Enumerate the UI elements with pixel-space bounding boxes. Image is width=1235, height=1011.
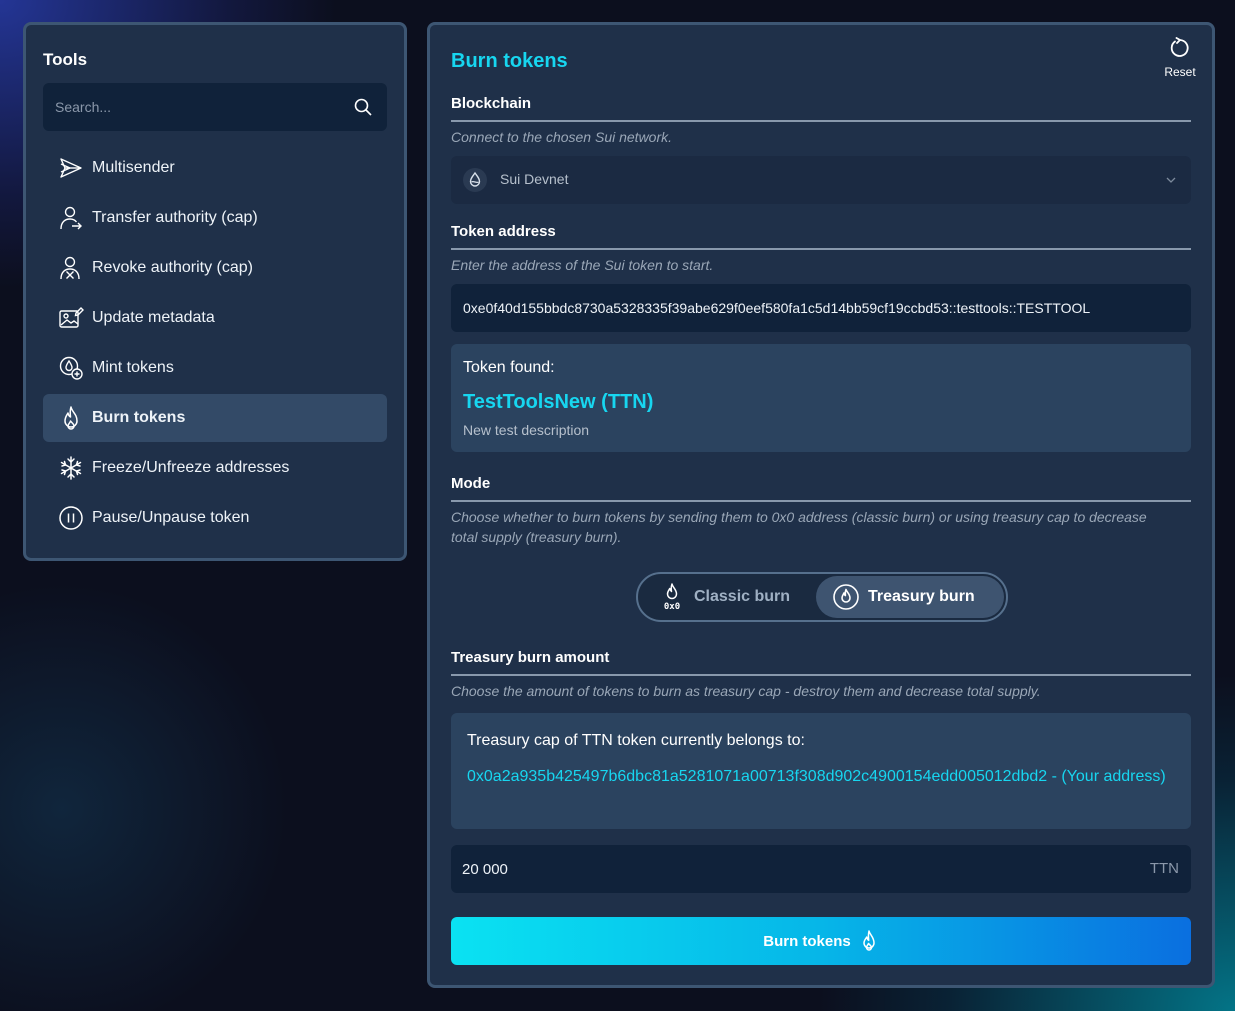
snowflake-icon [58,455,84,481]
token-address-hint: Enter the address of the Sui token to st… [451,257,714,273]
mode-hint: Choose whether to burn tokens by sending… [451,509,1147,545]
classic-burn-icon: 0x0 [658,583,686,611]
token-found-card: Token found: TestToolsNew (TTN) New test… [451,344,1191,452]
treasury-cap-label: Treasury cap of TTN token currently belo… [467,732,805,749]
update-metadata-icon [58,305,84,331]
reset-icon [1170,37,1189,57]
amount-input[interactable] [451,845,1131,893]
mint-tokens-icon [58,355,84,381]
burn-tokens-button-label: Burn tokens [763,932,851,950]
flame-icon [58,405,84,431]
network-select[interactable]: Sui Devnet [451,156,1191,204]
token-description: New test description [463,422,590,438]
sidebar-item-mint-tokens[interactable]: Mint tokens [43,344,387,392]
amount-unit: TTN [1149,860,1179,877]
classic-burn-icon-text: 0x0 [664,602,680,611]
treasury-burn-label: Treasury burn [868,588,975,605]
treasury-amount-label: Treasury burn amount [451,649,610,666]
sidebar-item-label: Pause/Unpause token [92,509,250,526]
treasury-burn-icon [832,583,860,611]
reset-button[interactable]: Reset [1160,37,1200,79]
sidebar-item-label: Revoke authority (cap) [92,259,253,276]
divider [451,248,1191,250]
amount-field: TTN [451,845,1191,893]
reset-label: Reset [1164,65,1196,79]
page-title: Burn tokens [451,50,568,72]
sidebar-item-label: Freeze/Unfreeze addresses [92,459,290,476]
sidebar-item-label: Multisender [92,159,175,176]
blockchain-hint: Connect to the chosen Sui network. [451,129,673,145]
sidebar-item-multisender[interactable]: Multisender [43,144,387,192]
divider [451,500,1191,502]
chevron-down-icon [1166,177,1176,183]
sidebar-item-freeze-unfreeze[interactable]: Freeze/Unfreeze addresses [43,444,387,492]
sidebar-item-burn-tokens[interactable]: Burn tokens [43,394,387,442]
sidebar-item-pause-unpause[interactable]: Pause/Unpause token [43,494,387,542]
search-input[interactable] [43,83,343,131]
token-address-label: Token address [451,223,556,240]
token-address-input[interactable] [451,284,1191,332]
flame-icon [863,930,875,951]
divider [451,674,1191,676]
burn-tokens-button[interactable]: Burn tokens [451,917,1191,965]
token-name: TestToolsNew (TTN) [463,391,654,413]
divider [451,120,1191,122]
treasury-amount-hint: Choose the amount of tokens to burn as t… [451,683,1041,699]
treasury-cap-card: Treasury cap of TTN token currently belo… [451,713,1191,829]
sidebar-item-label: Mint tokens [92,359,174,376]
sidebar-item-label: Update metadata [92,309,215,326]
treasury-cap-address[interactable]: 0x0a2a935b425497b6dbc81a5281071a00713f30… [467,765,1167,789]
burn-tokens-panel: Burn tokens Reset Blockchain Connect to … [427,22,1215,988]
sidebar-item-revoke-authority[interactable]: Revoke authority (cap) [43,244,387,292]
sidebar-title: Tools [43,50,88,69]
sidebar-item-label: Burn tokens [92,409,186,426]
transfer-authority-icon [58,205,84,231]
sidebar-item-transfer-authority[interactable]: Transfer authority (cap) [43,194,387,242]
blockchain-label: Blockchain [451,95,532,112]
classic-burn-option[interactable]: 0x0 Classic burn [642,576,818,618]
tools-sidebar: Tools Multisender Transfer authority (ca… [23,22,407,561]
pause-icon [58,505,84,531]
revoke-authority-icon [58,255,84,281]
sidebar-item-update-metadata[interactable]: Update metadata [43,294,387,342]
burn-mode-toggle: 0x0 Classic burn Treasury burn [636,572,1008,622]
sidebar-item-label: Transfer authority (cap) [92,209,258,226]
search-box [43,83,387,131]
classic-burn-label: Classic burn [694,588,791,605]
network-select-value: Sui Devnet [500,171,569,187]
treasury-burn-option[interactable]: Treasury burn [816,576,1004,618]
sui-logo-icon [463,168,487,192]
token-found-label: Token found: [463,359,555,376]
token-address-field [451,284,1191,332]
mode-label: Mode [451,475,491,492]
search-icon[interactable] [353,97,373,117]
multisender-icon [58,155,84,181]
